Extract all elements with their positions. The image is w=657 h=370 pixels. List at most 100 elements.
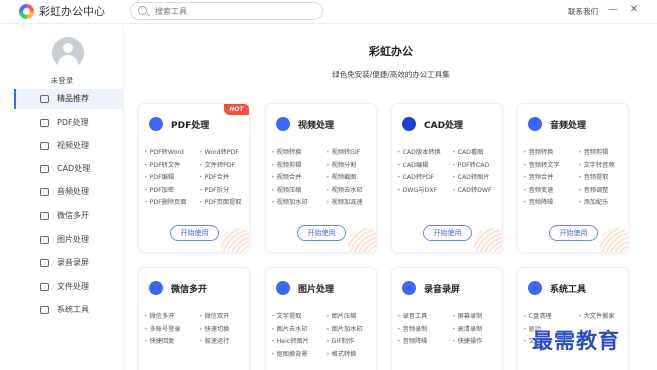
record-icon (40, 259, 49, 267)
login-status[interactable]: 未登录 (0, 75, 124, 86)
feature-link[interactable]: 高清录制 (452, 324, 483, 333)
feature-link[interactable]: Word转PDF (199, 147, 239, 156)
sidebar-item-5[interactable]: 微信多开 (14, 206, 124, 226)
feature-link[interactable]: 屏幕录制 (452, 311, 483, 320)
start-button[interactable]: 开始使用 (549, 225, 598, 241)
watermark: 最需教育 (532, 328, 620, 353)
feature-link[interactable]: 音频调整 (578, 185, 609, 194)
feature-link[interactable]: 视频加水印 (271, 197, 308, 206)
feature-link[interactable]: 微信双开 (199, 311, 230, 320)
feature-link[interactable]: 音频降噪 (397, 336, 428, 345)
feature-link[interactable]: 图片压缩 (326, 311, 357, 320)
start-button[interactable]: 开始使用 (423, 225, 472, 241)
sidebar-item-1[interactable]: PDF处理 (14, 113, 124, 133)
feature-link[interactable]: 视频转换 (271, 147, 302, 156)
start-button[interactable]: 开始使用 (170, 225, 219, 241)
card-title: 音频处理 (550, 121, 587, 131)
feature-link[interactable]: PDF拆分 (199, 185, 229, 194)
feature-link[interactable]: 录音工具 (397, 311, 428, 320)
search-input[interactable] (155, 4, 315, 18)
feature-link[interactable]: CAD转图片 (452, 172, 490, 181)
feature-link[interactable]: PDF编辑 (144, 172, 174, 181)
feature-link[interactable]: 文件转PDF (199, 160, 236, 169)
tool-card-4[interactable]: 微信多开微信多开微信双开多账号登录快速切换快捷回复极速运行 (138, 267, 250, 370)
tool-card-2[interactable]: CAD处理 CAD版本转换 CAD看图 CAD编辑 PDF转CAD CAD转PDF CAD转… (391, 103, 503, 253)
video-icon (40, 142, 49, 150)
feature-link[interactable]: CAD看图 (452, 147, 484, 156)
sidebar-item-7[interactable]: 录音录屏 (14, 253, 124, 273)
sidebar-item-label: 视频处理 (57, 141, 89, 150)
feature-link[interactable]: 音频转换 (523, 147, 554, 156)
feature-link[interactable]: PDF加密 (144, 185, 174, 194)
feature-link[interactable]: PDF页面提取 (199, 197, 242, 206)
sidebar-item-4[interactable]: 音频处理 (14, 182, 124, 202)
feature-link[interactable]: 快捷回复 (144, 336, 175, 345)
feature-link[interactable]: 快速切换 (199, 324, 230, 333)
tool-card-1[interactable]: 视频处理视频转换 视频转GIF 视频剪辑 视频分割视频合并 视频截图视频压缩 视频去水印视… (265, 103, 377, 253)
sidebar-item-8[interactable]: 文件处理 (14, 277, 124, 297)
decoration-graphic (221, 228, 249, 252)
feature-link[interactable]: 视频分割 (326, 160, 357, 169)
feature-link[interactable]: 快捷操作 (452, 336, 483, 345)
feature-link[interactable]: DWG与DXF (397, 185, 437, 194)
start-button[interactable]: 开始使用 (297, 225, 346, 241)
minimize-button[interactable]: — (606, 3, 620, 17)
tool-card-3[interactable]: 音频处理音频转换 音频剪辑音频转文字 文字转音频音频合并 音频提取音频变速 音频调整音频… (517, 103, 629, 253)
avatar[interactable] (52, 37, 84, 69)
sidebar-item-label: 微信多开 (57, 211, 89, 220)
sidebar-item-0[interactable]: 精品推荐 (14, 89, 124, 109)
search-box[interactable] (130, 2, 323, 20)
decoration-graphic (474, 228, 502, 252)
feature-link[interactable]: 音频变速 (523, 185, 554, 194)
feature-link[interactable]: Heic转图片 (271, 336, 309, 345)
feature-link[interactable]: 抠图换背景 (271, 349, 308, 358)
feature-link[interactable]: 添加配乐 (578, 197, 609, 206)
tool-card-6[interactable]: 录音录屏录音工具 屏幕录制音频录制 高清录制音频降噪 快捷操作 (391, 267, 503, 370)
feature-link[interactable]: PDF合并 (199, 172, 229, 181)
sidebar-item-3[interactable]: CAD处理 (14, 159, 124, 179)
close-button[interactable]: ✕ (627, 3, 641, 17)
feature-link[interactable]: 图片去水印 (271, 324, 308, 333)
music-icon (528, 117, 542, 131)
sidebar-item-2[interactable]: 视频处理 (14, 136, 124, 156)
feature-link[interactable]: PDF转CAD (452, 160, 490, 169)
feature-link[interactable]: 音频录制 (397, 324, 428, 333)
feature-link[interactable]: CAD转DWF (452, 185, 492, 194)
feature-link[interactable]: 视频剪辑 (271, 160, 302, 169)
feature-link[interactable]: 视频加减速 (326, 197, 363, 206)
feature-link[interactable]: 音频剪辑 (578, 147, 609, 156)
sidebar-item-6[interactable]: 图片处理 (14, 230, 124, 250)
sidebar-item-9[interactable]: 系统工具 (14, 300, 124, 320)
feature-link[interactable]: 大文件搬家 (578, 311, 615, 320)
feature-link[interactable]: 格式转换 (326, 349, 357, 358)
feature-link[interactable]: 极速运行 (199, 336, 230, 345)
feature-link[interactable]: 视频截图 (326, 172, 357, 181)
feature-link[interactable]: PDF删除页面 (144, 197, 187, 206)
feature-link[interactable]: 微信多开 (144, 311, 175, 320)
feature-link[interactable]: 音频合并 (523, 172, 554, 181)
tool-card-5[interactable]: 图片处理文字提取 图片压缩图片去水印 图片加水印 Heic转图片 GIF制作抠图换背景 格… (265, 267, 377, 370)
feature-link[interactable]: CAD版本转换 (397, 147, 441, 156)
tool-card-0[interactable]: PDF处理 HOT PDF转Word Word转PDF PDF转文件 文件转PDF PDF编… (138, 103, 250, 253)
feature-link[interactable]: 音频提取 (578, 172, 609, 181)
feature-link[interactable]: 文字提取 (271, 311, 302, 320)
feature-link[interactable]: CAD转PDF (397, 172, 435, 181)
feature-link[interactable]: 视频合并 (271, 172, 302, 181)
feature-link[interactable]: PDF转Word (144, 147, 184, 156)
contact-us-link[interactable]: 联系我们 (568, 6, 598, 17)
feature-link[interactable]: CAD编辑 (397, 160, 429, 169)
card-title: 系统工具 (550, 285, 587, 295)
hot-badge: HOT (224, 104, 249, 115)
feature-link[interactable]: PDF转文件 (144, 160, 181, 169)
feature-link[interactable]: 视频压缩 (271, 185, 302, 194)
feature-link[interactable]: 音频降噪 (523, 197, 554, 206)
feature-link[interactable]: 多账号登录 (144, 324, 181, 333)
feature-link[interactable]: 视频转GIF (326, 147, 361, 156)
feature-link[interactable]: GIF制作 (326, 336, 355, 345)
feature-link[interactable]: 文字转音频 (578, 160, 615, 169)
feature-link[interactable]: C盘清理 (523, 311, 552, 320)
feature-link[interactable]: 视频去水印 (326, 185, 363, 194)
feature-link[interactable]: 图片加水印 (326, 324, 363, 333)
search-icon (138, 6, 147, 15)
feature-link[interactable]: 音频转文字 (523, 160, 560, 169)
